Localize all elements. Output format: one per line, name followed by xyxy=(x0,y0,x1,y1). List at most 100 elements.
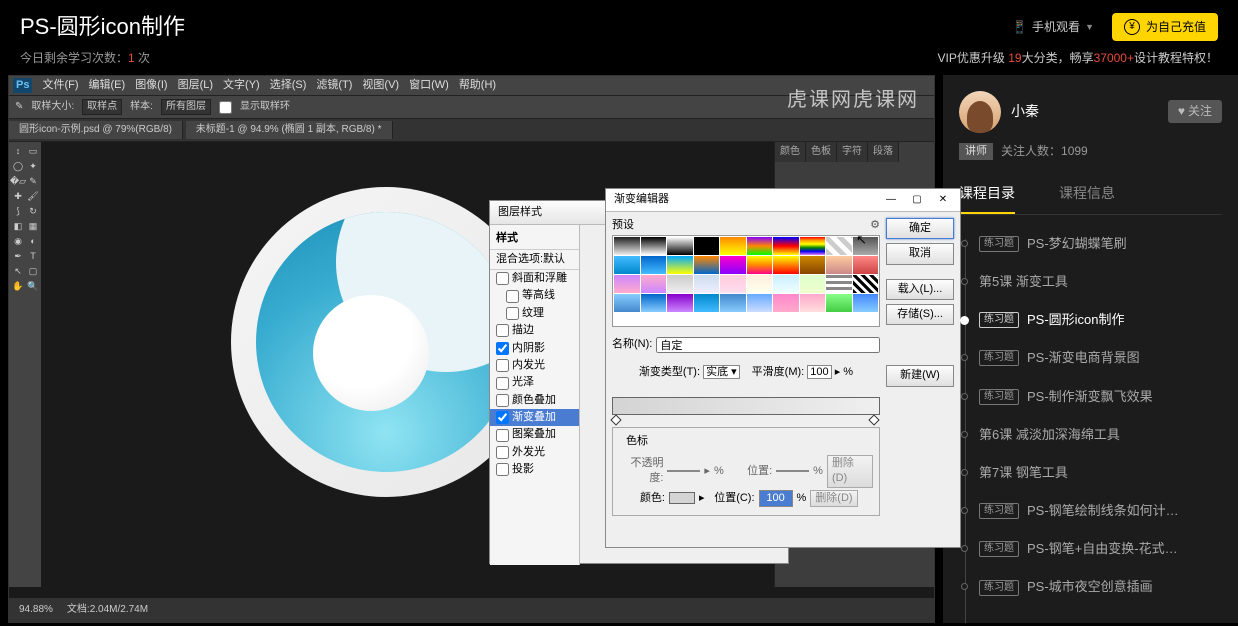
style-checkbox[interactable] xyxy=(496,446,509,459)
style-checkbox[interactable] xyxy=(496,411,509,424)
ps-menu-file[interactable]: 文件(F) xyxy=(42,78,78,93)
gradient-swatch[interactable] xyxy=(614,256,640,274)
gradient-swatch[interactable] xyxy=(747,294,773,312)
stamp-tool-icon[interactable]: ⟆ xyxy=(11,204,25,218)
author-name[interactable]: 小秦 xyxy=(1011,102,1158,122)
style-checkbox[interactable] xyxy=(506,290,519,303)
style-checkbox[interactable] xyxy=(496,272,509,285)
move-tool-icon[interactable]: ↕ xyxy=(11,144,25,158)
gradient-swatch[interactable] xyxy=(800,294,826,312)
gradient-swatch[interactable] xyxy=(747,237,773,255)
style-checkbox[interactable] xyxy=(496,377,509,390)
lesson-item[interactable]: 练习题PS-制作渐变飘飞效果 xyxy=(979,378,1222,416)
gradient-swatch[interactable] xyxy=(747,275,773,293)
gradient-tool-icon[interactable]: ▦ xyxy=(26,219,40,233)
gradient-swatch[interactable] xyxy=(667,275,693,293)
gradient-name-input[interactable] xyxy=(656,337,880,353)
gradient-swatch[interactable] xyxy=(641,237,667,255)
dodge-tool-icon[interactable]: ◐ xyxy=(26,234,40,248)
shape-tool-icon[interactable]: ▢ xyxy=(26,264,40,278)
gradient-swatch[interactable] xyxy=(853,275,879,293)
minimize-icon[interactable]: — xyxy=(878,191,904,209)
lesson-item[interactable]: 练习题PS-城市夜空创意插画 xyxy=(979,568,1222,606)
gear-icon[interactable]: ⚙ xyxy=(870,218,880,233)
gradient-swatch[interactable] xyxy=(720,294,746,312)
ps-menu-filter[interactable]: 滤镜(T) xyxy=(316,78,352,93)
follow-button[interactable]: ♥ 关注 xyxy=(1168,100,1222,123)
style-item[interactable]: 渐变叠加 xyxy=(490,409,579,426)
gradient-swatch[interactable] xyxy=(826,294,852,312)
eraser-tool-icon[interactable]: ◧ xyxy=(11,219,25,233)
lesson-item[interactable]: 练习题PS-渐变电商背景图 xyxy=(979,339,1222,377)
ps-doc-tab-0[interactable]: 圆形icon-示例.psd @ 79%(RGB/8) xyxy=(9,121,183,139)
mobile-watch-button[interactable]: 📱 手机观看 ▼ xyxy=(1012,19,1094,36)
gradient-swatch[interactable] xyxy=(800,237,826,255)
style-item[interactable]: 投影 xyxy=(490,461,579,478)
ps-menu-type[interactable]: 文字(Y) xyxy=(223,78,260,93)
gradient-swatch[interactable] xyxy=(800,256,826,274)
lesson-item[interactable]: 第5课 渐变工具 xyxy=(979,263,1222,301)
gradient-swatch[interactable] xyxy=(694,275,720,293)
gradient-presets[interactable] xyxy=(612,235,880,327)
gradient-swatch[interactable] xyxy=(667,256,693,274)
color-stop-swatch[interactable] xyxy=(669,492,695,504)
avatar[interactable] xyxy=(959,91,1001,133)
ps-menu-layer[interactable]: 图层(L) xyxy=(178,78,213,93)
gradient-swatch[interactable] xyxy=(826,256,852,274)
gradient-swatch[interactable] xyxy=(773,237,799,255)
style-item[interactable]: 内阴影 xyxy=(490,340,579,357)
gradient-stop-right[interactable] xyxy=(868,414,879,425)
style-item[interactable]: 等高线 xyxy=(490,287,579,304)
video-player[interactable]: Ps 文件(F) 编辑(E) 图像(I) 图层(L) 文字(Y) 选择(S) 滤… xyxy=(8,75,935,623)
style-item[interactable]: 描边 xyxy=(490,322,579,339)
gradient-type-select[interactable]: 实底 ▾ xyxy=(703,365,740,379)
gradient-swatch[interactable] xyxy=(773,256,799,274)
gradient-swatch[interactable] xyxy=(614,237,640,255)
style-item[interactable]: 图案叠加 xyxy=(490,426,579,443)
eyedropper-tool-icon[interactable]: ✎ xyxy=(26,174,40,188)
style-item[interactable]: 外发光 xyxy=(490,444,579,461)
style-checkbox[interactable] xyxy=(496,463,509,476)
gradient-swatch[interactable] xyxy=(800,275,826,293)
lesson-item[interactable]: 第6课 减淡加深海绵工具 xyxy=(979,416,1222,454)
tab-course-info[interactable]: 课程信息 xyxy=(1059,176,1115,214)
gradient-swatch[interactable] xyxy=(641,275,667,293)
ps-menu-select[interactable]: 选择(S) xyxy=(270,78,307,93)
lesson-list[interactable]: 练习题PS-梦幻蝴蝶笔刷第5课 渐变工具练习题PS-圆形icon制作练习题PS-… xyxy=(959,225,1222,623)
gradient-swatch[interactable] xyxy=(720,256,746,274)
vip-promo[interactable]: VIP优惠升级 19大分类，畅享37000+设计教程特权！ xyxy=(938,50,1218,67)
ps-doc-tab-1[interactable]: 未标题-1 @ 94.9% (椭圆 1 副本, RGB/8) * xyxy=(186,121,393,139)
new-button[interactable]: 新建(W) xyxy=(886,365,954,386)
ps-toolbox[interactable]: ↕▭ ◯✦ �▱✎ ✚🖌 ⟆↻ ◧▦ ◉◐ ✒T ↖▢ ✋🔍 xyxy=(9,142,41,587)
save-button[interactable]: 存储(S)... xyxy=(886,304,954,325)
style-item[interactable]: 颜色叠加 xyxy=(490,392,579,409)
panel-tab-character[interactable]: 字符 xyxy=(837,142,868,162)
gradient-editor-dialog[interactable]: 渐变编辑器 — ▢ ✕ 预设 ⚙ 名称(N): xyxy=(605,188,961,548)
sample-size-select[interactable]: 取样点 xyxy=(82,99,122,115)
gradient-swatch[interactable] xyxy=(614,294,640,312)
style-item[interactable]: 光泽 xyxy=(490,374,579,391)
lasso-tool-icon[interactable]: ◯ xyxy=(11,159,25,173)
smoothness-input[interactable]: 100 xyxy=(807,365,831,379)
gradient-swatch[interactable] xyxy=(720,237,746,255)
gradient-swatch[interactable] xyxy=(747,256,773,274)
style-item[interactable]: 内发光 xyxy=(490,357,579,374)
style-item[interactable]: 纹理 xyxy=(490,305,579,322)
zoom-level[interactable]: 94.88% xyxy=(19,603,53,617)
lesson-item[interactable]: 练习题PS-钢笔+自由变换-花式… xyxy=(979,530,1222,568)
lesson-item[interactable]: 练习题PS-圆形icon制作 xyxy=(979,301,1222,339)
gradient-swatch[interactable] xyxy=(773,294,799,312)
show-ring-checkbox[interactable] xyxy=(219,101,232,114)
ps-menu-image[interactable]: 图像(I) xyxy=(135,78,167,93)
ps-menu-window[interactable]: 窗口(W) xyxy=(409,78,449,93)
pen-tool-icon[interactable]: ✒ xyxy=(11,249,25,263)
panel-tab-swatches[interactable]: 色板 xyxy=(806,142,837,162)
brush-tool-icon[interactable]: 🖌 xyxy=(26,189,40,203)
style-checkbox[interactable] xyxy=(496,342,509,355)
style-item[interactable]: 斜面和浮雕 xyxy=(490,270,579,287)
gradient-swatch[interactable] xyxy=(773,275,799,293)
ps-menu-help[interactable]: 帮助(H) xyxy=(459,78,496,93)
lesson-item[interactable]: 练习题PS-钢笔绘制线条如何计… xyxy=(979,492,1222,530)
history-brush-icon[interactable]: ↻ xyxy=(26,204,40,218)
gradient-swatch[interactable] xyxy=(853,294,879,312)
